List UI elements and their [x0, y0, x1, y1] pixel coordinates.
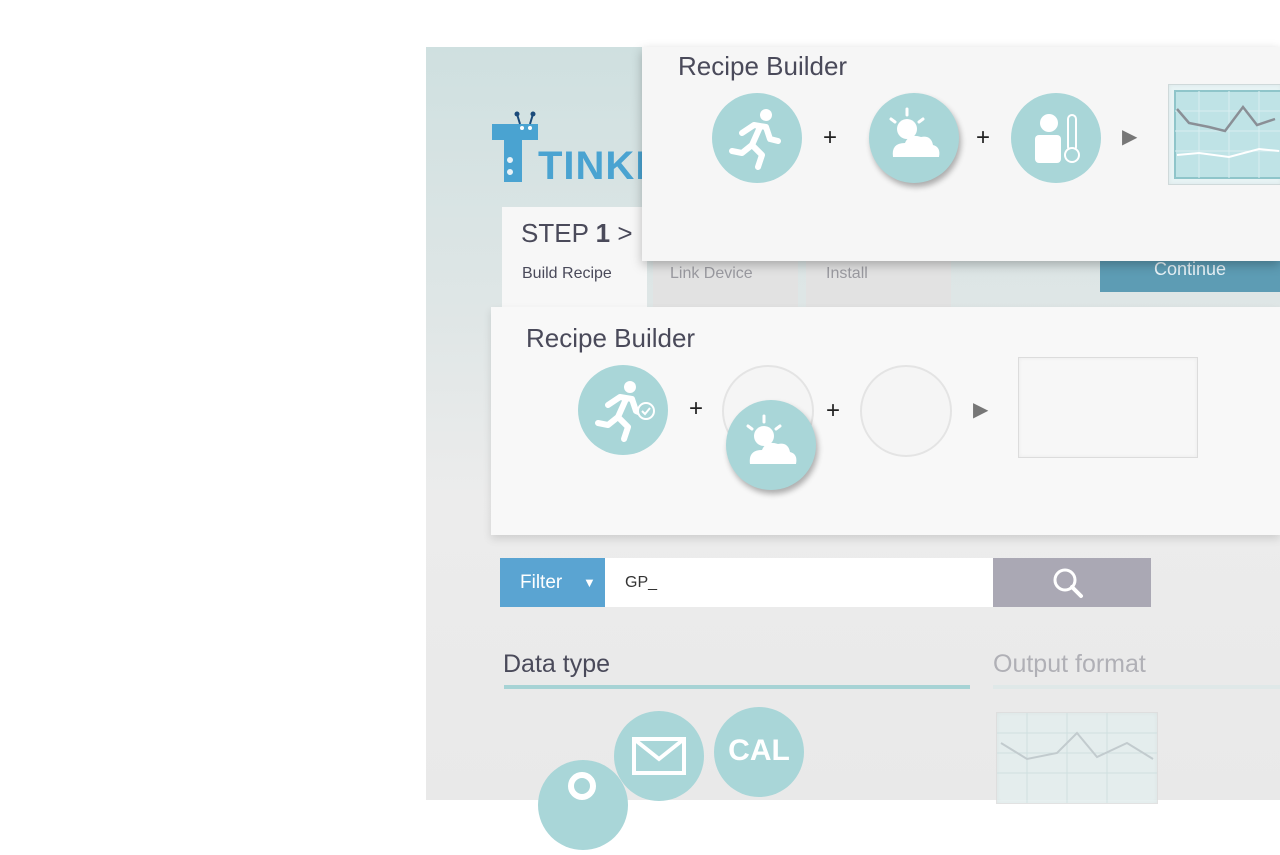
person-thermometer-icon	[1035, 114, 1080, 163]
step-chevron: >	[617, 218, 633, 248]
recipe-builder-preview-card: Recipe Builder + + ▶	[642, 47, 1280, 261]
data-type-divider	[504, 685, 970, 689]
recipe-builder-title: Recipe Builder	[526, 323, 696, 353]
output-format-divider	[993, 685, 1280, 689]
step-number: 1	[595, 218, 611, 248]
recipe-slot-activity[interactable]	[578, 365, 668, 455]
running-person-icon	[595, 381, 655, 442]
recipe-slot-temperature[interactable]	[1011, 93, 1101, 183]
line-chart-icon	[997, 713, 1157, 803]
output-slot-chart[interactable]	[1168, 84, 1280, 185]
filter-label: Filter	[520, 572, 563, 593]
play-arrow-icon: ▶	[1122, 126, 1138, 148]
recipe-builder-title: Recipe Builder	[678, 51, 848, 81]
output-format-heading: Output format	[993, 650, 1146, 678]
tab-install-label: Install	[826, 265, 868, 282]
output-slot[interactable]	[1018, 357, 1198, 458]
running-person-icon	[729, 109, 781, 170]
data-type-calendar[interactable]: CAL	[714, 707, 804, 797]
plus-sign: +	[976, 124, 991, 151]
play-arrow-icon: ▶	[973, 399, 989, 421]
data-type-mail[interactable]	[614, 711, 704, 801]
filter-dropdown[interactable]: Filter ▼	[500, 558, 605, 607]
step-label: STEP	[521, 218, 589, 248]
plus-sign: +	[689, 395, 704, 422]
data-type-heading: Data type	[503, 650, 611, 678]
sun-cloud-icon	[889, 107, 940, 157]
mail-icon	[632, 737, 686, 775]
recipe-slot-weather[interactable]	[869, 93, 959, 183]
plus-sign: +	[823, 124, 838, 151]
tab-build-recipe-label: Build Recipe	[522, 265, 612, 282]
cal-icon: CAL	[728, 734, 790, 767]
output-format-chart[interactable]	[996, 712, 1158, 804]
chevron-down-icon: ▼	[583, 575, 596, 590]
tab-link-device-label: Link Device	[670, 265, 753, 282]
line-chart-icon	[1174, 90, 1280, 179]
step-indicator: STEP 1 >	[521, 218, 633, 249]
search-input[interactable]	[605, 558, 993, 607]
recipe-builder-panel: Recipe Builder + + ▶	[491, 307, 1280, 535]
plus-sign: +	[826, 397, 841, 424]
dragging-weather-item[interactable]	[726, 400, 816, 490]
recipe-slot-activity[interactable]	[712, 93, 802, 183]
recipe-slot-empty[interactable]	[860, 365, 952, 457]
sun-cloud-icon	[746, 414, 797, 464]
search-button[interactable]	[993, 558, 1151, 607]
search-icon	[1053, 568, 1083, 598]
